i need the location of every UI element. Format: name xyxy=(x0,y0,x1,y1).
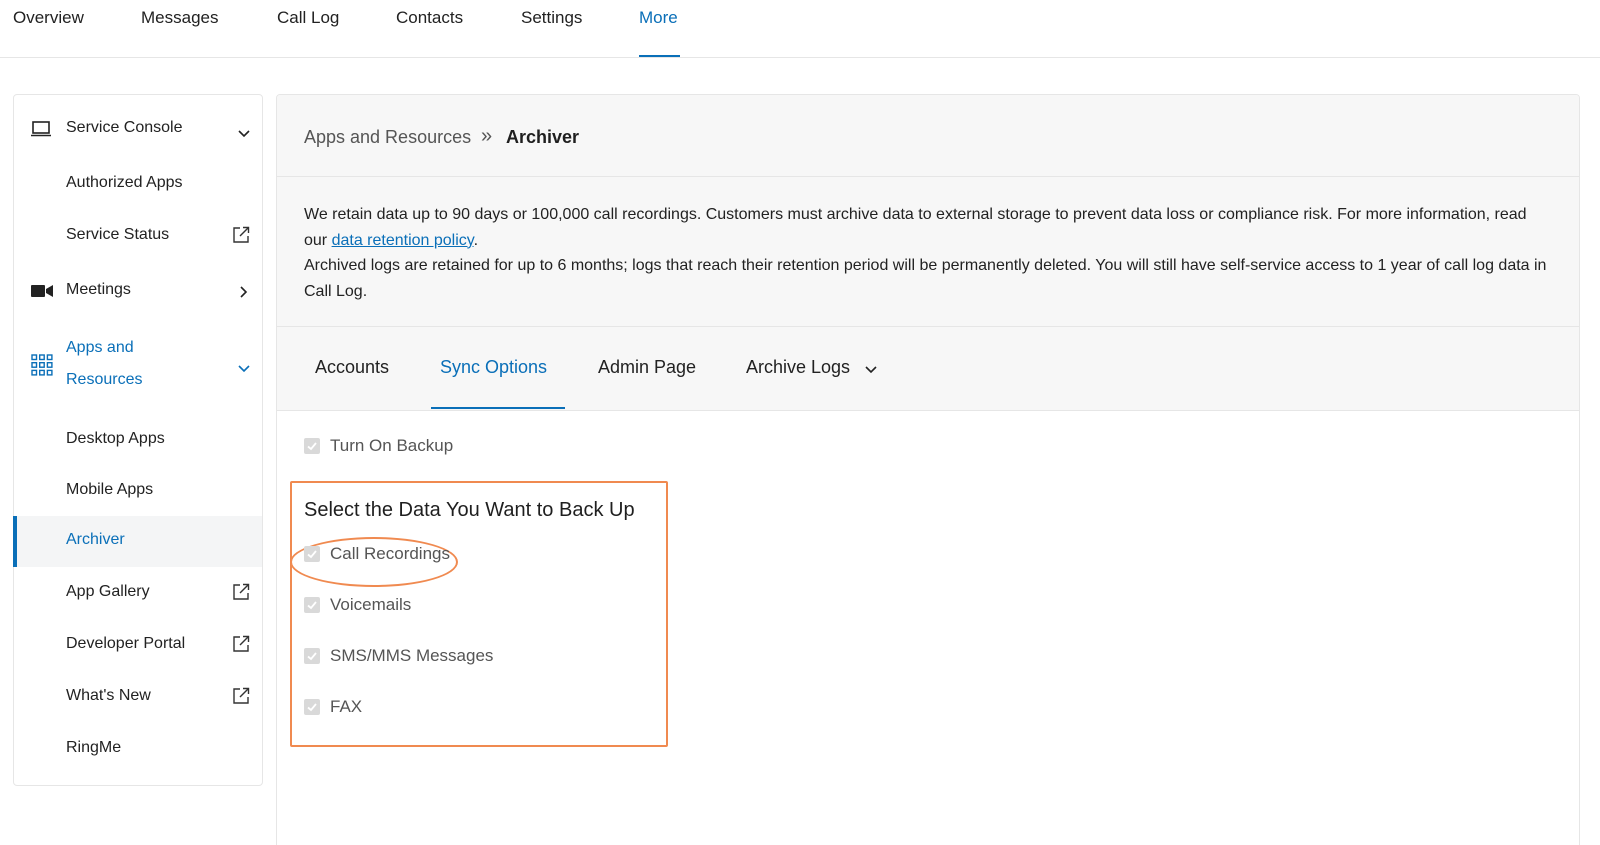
sidebar-item-label: Archiver xyxy=(66,531,125,548)
checkbox-checked xyxy=(304,438,320,454)
breadcrumb-separator: » xyxy=(481,125,493,147)
sidebar-item-mobile-apps[interactable]: Mobile Apps xyxy=(14,477,262,507)
sidebar-item-label: Developer Portal xyxy=(66,635,186,652)
external-link-icon xyxy=(232,583,250,606)
tab-settings[interactable]: Settings xyxy=(521,8,582,28)
tab-contacts[interactable]: Contacts xyxy=(396,8,463,28)
info-banner: We retain data up to 90 days or 100,000 … xyxy=(277,177,1579,327)
checkbox-checked xyxy=(304,699,320,715)
sidebar-item-whats-new[interactable]: What's New xyxy=(14,683,262,713)
checkbox-label: Turn On Backup xyxy=(330,436,454,455)
sidebar-item-desktop-apps[interactable]: Desktop Apps xyxy=(14,426,262,456)
tab-messages[interactable]: Messages xyxy=(141,8,218,28)
sidebar-item-app-gallery[interactable]: App Gallery xyxy=(14,579,262,609)
sidebar-item-service-console[interactable]: Service Console xyxy=(14,115,262,145)
sidebar-item-authorized-apps[interactable]: Authorized Apps xyxy=(14,170,262,200)
sidebar-item-label: App Gallery xyxy=(66,583,150,600)
chevron-down-icon xyxy=(238,125,250,143)
checkbox-label: SMS/MMS Messages xyxy=(330,646,494,665)
chevron-right-icon xyxy=(240,285,248,303)
checkbox-checked xyxy=(304,546,320,562)
chevron-down-icon xyxy=(865,358,877,379)
chevron-down-icon xyxy=(238,360,250,378)
sidebar-item-apps-and-resources[interactable]: Apps and Resources xyxy=(14,332,262,398)
sidebar-item-label: Apps and Resources xyxy=(66,332,142,396)
sidebar-item-archiver[interactable]: Archiver xyxy=(13,516,262,567)
checkbox-label: Call Recordings xyxy=(330,544,450,563)
breadcrumb: Apps and Resources » Archiver xyxy=(277,95,1579,177)
sidebar-item-ringme[interactable]: RingMe xyxy=(14,735,262,765)
laptop-icon xyxy=(31,121,51,142)
tab-accounts[interactable]: Accounts xyxy=(315,357,389,378)
active-subtab-indicator xyxy=(431,407,565,409)
sidebar-item-service-status[interactable]: Service Status xyxy=(14,222,262,252)
checkbox-label: Voicemails xyxy=(330,595,412,614)
external-link-icon xyxy=(232,226,250,249)
backup-section-title: Select the Data You Want to Back Up xyxy=(304,499,635,521)
tab-sync-options[interactable]: Sync Options xyxy=(440,357,547,378)
info-text: We retain data up to 90 days or 100,000 … xyxy=(304,202,1554,304)
sidebar-item-label: Service Console xyxy=(66,119,183,136)
sidebar-item-label: Service Status xyxy=(66,226,170,243)
checkbox-checked xyxy=(304,648,320,664)
sidebar: Service Console Authorized Apps Service … xyxy=(13,94,263,786)
sidebar-item-label-line1: Apps and xyxy=(66,339,134,356)
top-navigation: Overview Messages Call Log Contacts Sett… xyxy=(0,0,1600,58)
page-title: Archiver xyxy=(506,127,580,147)
data-retention-policy-link[interactable]: data retention policy xyxy=(332,232,474,249)
sidebar-item-label: Mobile Apps xyxy=(66,481,154,498)
tab-more[interactable]: More xyxy=(639,8,678,28)
sidebar-item-label: Desktop Apps xyxy=(66,430,165,447)
checkbox-label: FAX xyxy=(330,697,363,716)
sidebar-item-label-line2: Resources xyxy=(66,371,143,388)
sidebar-item-meetings[interactable]: Meetings xyxy=(14,277,262,307)
sidebar-item-label: RingMe xyxy=(66,739,122,756)
sidebar-item-label: What's New xyxy=(66,687,151,704)
info-paragraph-1-end: . xyxy=(473,231,479,249)
sidebar-item-label: Authorized Apps xyxy=(66,174,183,191)
main-panel: Apps and Resources » Archiver We retain … xyxy=(276,94,1580,845)
external-link-icon xyxy=(232,687,250,710)
video-camera-icon xyxy=(31,284,53,303)
tab-overview[interactable]: Overview xyxy=(13,8,84,28)
sidebar-item-label: Meetings xyxy=(66,281,131,298)
sidebar-item-developer-portal[interactable]: Developer Portal xyxy=(14,631,262,661)
info-paragraph-1: We retain data up to 90 days or 100,000 … xyxy=(304,206,1527,249)
info-paragraph-2: Archived logs are retained for up to 6 m… xyxy=(304,257,1547,300)
selected-indicator xyxy=(13,516,17,567)
grid-icon xyxy=(31,354,53,381)
tab-admin-page[interactable]: Admin Page xyxy=(598,357,696,378)
tab-archive-logs[interactable]: Archive Logs xyxy=(746,357,877,379)
external-link-icon xyxy=(232,635,250,658)
breadcrumb-parent-link[interactable]: Apps and Resources xyxy=(304,127,471,148)
sub-tabs: Accounts Sync Options Admin Page Archive… xyxy=(277,327,1579,411)
tab-archive-logs-label: Archive Logs xyxy=(746,357,851,377)
tab-call-log[interactable]: Call Log xyxy=(277,8,339,28)
checkbox-checked xyxy=(304,597,320,613)
active-tab-indicator xyxy=(639,55,680,57)
